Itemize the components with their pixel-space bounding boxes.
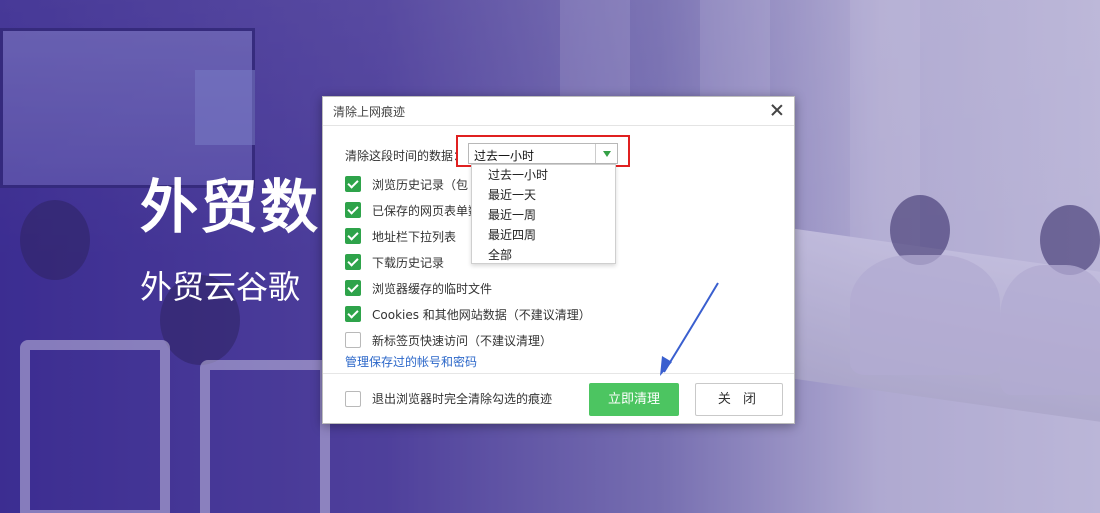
time-range-option[interactable]: 全部 (472, 245, 615, 265)
clear-option-label: 已保存的网页表单数 (372, 203, 481, 218)
clear-now-button[interactable]: 立即清理 (589, 383, 679, 416)
clear-option-label: 新标签页快速访问（不建议清理） (372, 333, 553, 348)
checkbox-checked[interactable] (345, 202, 361, 218)
dialog-footer: 退出浏览器时完全清除勾选的痕迹 立即清理 关 闭 (323, 373, 794, 423)
hero-title: 外贸数 (140, 173, 321, 241)
checkbox-checked[interactable] (345, 176, 361, 192)
clear-option-label: 浏览历史记录（包 (372, 177, 469, 192)
checkbox-checked[interactable] (345, 306, 361, 322)
hero-subtitle: 外贸云谷歌 (140, 268, 301, 306)
annotation-highlight-box (456, 135, 630, 167)
dialog-title: 清除上网痕迹 (333, 105, 406, 119)
time-range-option[interactable]: 过去一小时 (472, 165, 615, 185)
clear-option-label: 浏览器缓存的临时文件 (372, 281, 493, 296)
dialog-header: 清除上网痕迹 (323, 97, 794, 126)
clear-on-exit-option[interactable]: 退出浏览器时完全清除勾选的痕迹 (345, 390, 552, 407)
manage-passwords-link[interactable]: 管理保存过的帐号和密码 (345, 353, 477, 370)
clear-option-label: 下载历史记录 (372, 255, 445, 270)
time-range-dropdown: 过去一小时 最近一天 最近一周 最近四周 全部 (471, 164, 616, 264)
clear-option-row[interactable]: Cookies 和其他网站数据（不建议清理） (345, 301, 591, 327)
time-range-option[interactable]: 最近一天 (472, 185, 615, 205)
clear-option-row[interactable]: 浏览器缓存的临时文件 (345, 275, 591, 301)
time-range-option[interactable]: 最近一周 (472, 205, 615, 225)
time-range-option[interactable]: 最近四周 (472, 225, 615, 245)
clear-on-exit-label: 退出浏览器时完全清除勾选的痕迹 (372, 392, 553, 406)
clear-option-label: Cookies 和其他网站数据（不建议清理） (372, 307, 591, 322)
close-icon[interactable] (768, 101, 786, 119)
clear-on-exit-checkbox[interactable] (345, 390, 361, 407)
close-button[interactable]: 关 闭 (695, 383, 783, 416)
checkbox-checked[interactable] (345, 228, 361, 244)
checkbox-unchecked[interactable] (345, 332, 361, 348)
clear-option-row[interactable]: 新标签页快速访问（不建议清理） (345, 327, 591, 353)
clear-option-label: 地址栏下拉列表 (372, 229, 457, 244)
checkbox-checked[interactable] (345, 280, 361, 296)
checkbox-checked[interactable] (345, 254, 361, 270)
range-label: 清除这段时间的数据： (345, 149, 466, 163)
